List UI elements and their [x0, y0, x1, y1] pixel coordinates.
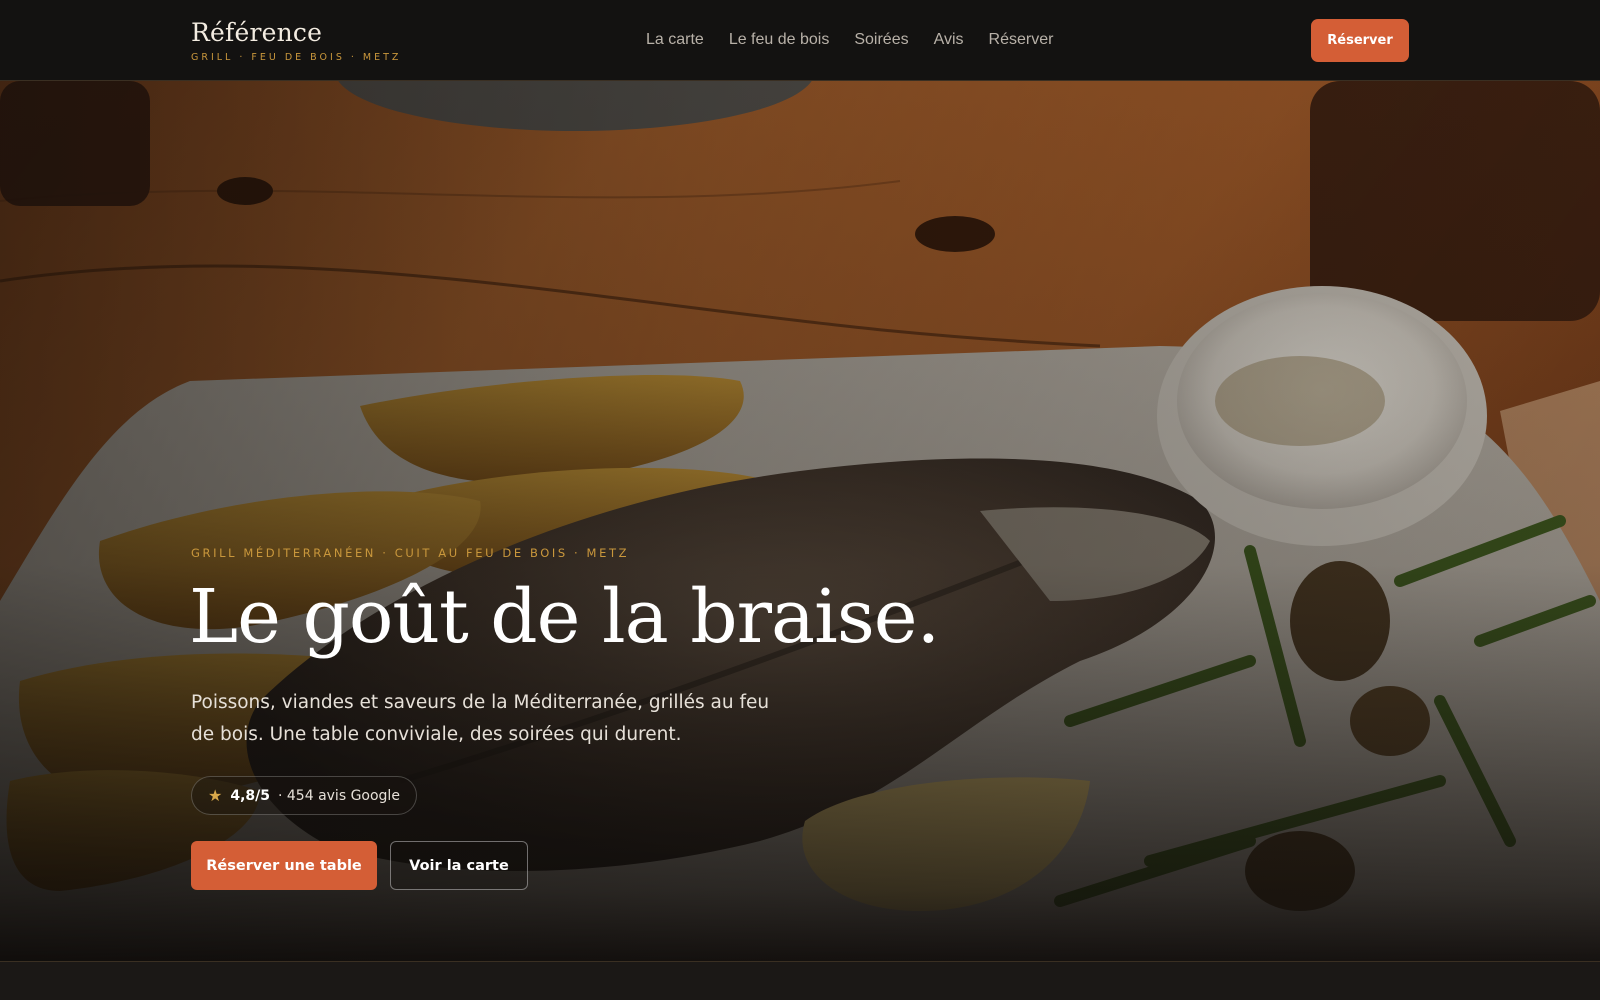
nav-link-feu-de-bois[interactable]: Le feu de bois: [729, 31, 830, 49]
hero-eyebrow: GRILL MÉDITERRANÉEN · CUIT AU FEU DE BOI…: [191, 546, 630, 560]
header-reserve-button[interactable]: Réserver: [1311, 19, 1409, 62]
nav-link-avis[interactable]: Avis: [934, 31, 964, 49]
main-nav: La carte Le feu de bois Soirées Avis Rés…: [646, 31, 1053, 49]
nav-link-soirees[interactable]: Soirées: [854, 31, 908, 49]
hero-overlay: [0, 81, 1600, 961]
brand-logo[interactable]: Référence GRILL · FEU DE BOIS · METZ: [191, 18, 401, 63]
reserve-table-button[interactable]: Réserver une table: [191, 841, 377, 890]
brand-name: Référence: [191, 18, 323, 47]
nav-link-la-carte[interactable]: La carte: [646, 31, 704, 49]
hero-section: GRILL MÉDITERRANÉEN · CUIT AU FEU DE BOI…: [0, 81, 1600, 961]
rating-count: · 454 avis Google: [278, 787, 400, 804]
star-icon: ★: [208, 786, 223, 805]
hero-headline: Le goût de la braise.: [189, 574, 940, 660]
site-header: Référence GRILL · FEU DE BOIS · METZ La …: [0, 0, 1600, 81]
rating-score: 4,8/5: [230, 787, 270, 804]
section-divider: [0, 961, 1600, 962]
google-rating-badge: ★ 4,8/5 · 454 avis Google: [191, 776, 417, 815]
nav-link-reserver[interactable]: Réserver: [989, 31, 1054, 49]
view-menu-button[interactable]: Voir la carte: [390, 841, 528, 890]
brand-tagline: GRILL · FEU DE BOIS · METZ: [191, 52, 402, 63]
hero-subtitle: Poissons, viandes et saveurs de la Médit…: [191, 692, 770, 745]
